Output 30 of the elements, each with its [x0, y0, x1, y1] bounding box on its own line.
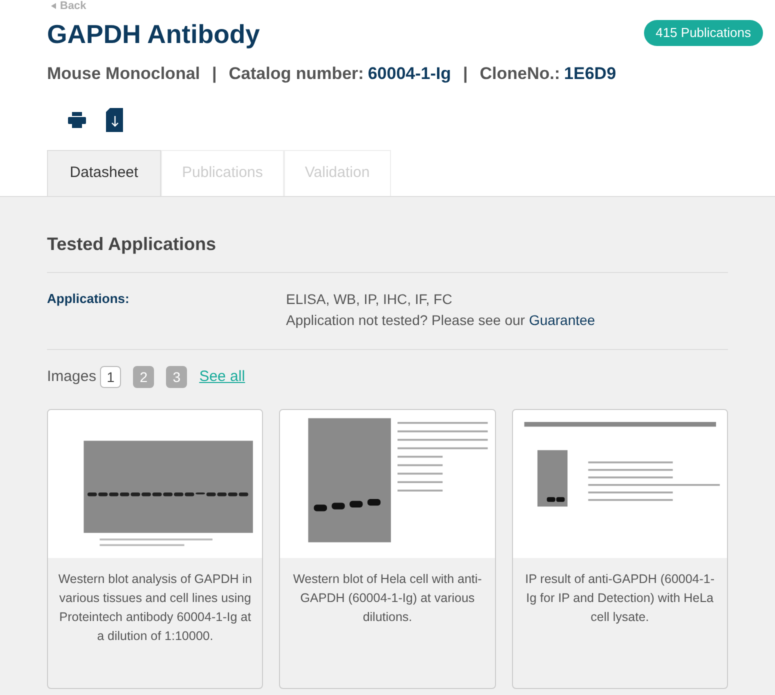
meta-label: Catalog number:: [228, 62, 364, 85]
applications-list: ELISA, WB, IP, IHC, IF, FC: [286, 289, 596, 310]
guarantee-link[interactable]: Guarantee: [528, 310, 596, 331]
image-card[interactable]: IP result of anti-GAPDH (60004-1-Ig for IP and Detection) with HeLa cell lysate.: [512, 408, 728, 688]
meta-label: CloneNo.:: [480, 62, 560, 84]
page-button[interactable]: 2: [133, 366, 154, 388]
download-document-icon[interactable]: [106, 108, 123, 132]
back-link[interactable]: Back: [60, 0, 86, 12]
images-label: Images: [47, 367, 96, 387]
separator: |: [212, 62, 217, 85]
separator: |: [463, 62, 468, 85]
see-all-link[interactable]: See all: [199, 366, 246, 388]
image-card[interactable]: Western blot analysis of GAPDH in various tissues and cell lines using Proteintech antibody 60004-1-Ig at a dilution of 1:10000.: [47, 408, 264, 688]
applications-label: Applications:: [47, 290, 130, 308]
caret-icon: [51, 3, 56, 9]
page-title: GAPDH Antibody: [47, 18, 260, 50]
guarantee-note: Application not tested? Please see our: [286, 311, 525, 330]
image-card[interactable]: Western blot of Hela cell with anti-GAPDH (60004-1-Ig) at various dilutions.: [279, 408, 496, 688]
meta-value: 1E6D9: [564, 62, 616, 84]
image-caption: Western blot of Hela cell with anti-GAPDH (60004-1-Ig) at various dilutions.: [292, 570, 483, 626]
tab[interactable]: Datasheet: [47, 150, 161, 196]
publications-badge[interactable]: 415 Publications: [644, 20, 763, 46]
meta-value: 60004-1-Ig: [368, 62, 451, 85]
page-button[interactable]: 3: [166, 366, 188, 388]
image-caption: IP result of anti-GAPDH (60004-1-Ig for IP and Detection) with HeLa cell lysate.: [524, 570, 716, 626]
page-button[interactable]: 1: [100, 366, 122, 388]
print-icon[interactable]: [68, 112, 86, 128]
meta-label: Mouse Monoclonal: [47, 62, 200, 84]
section-title: Tested Applications: [47, 233, 218, 256]
image-caption: Western blot analysis of GAPDH in various tissues and cell lines using Proteintech antibody 60004-1-Ig at a dilution of 1:10000.: [57, 570, 253, 644]
